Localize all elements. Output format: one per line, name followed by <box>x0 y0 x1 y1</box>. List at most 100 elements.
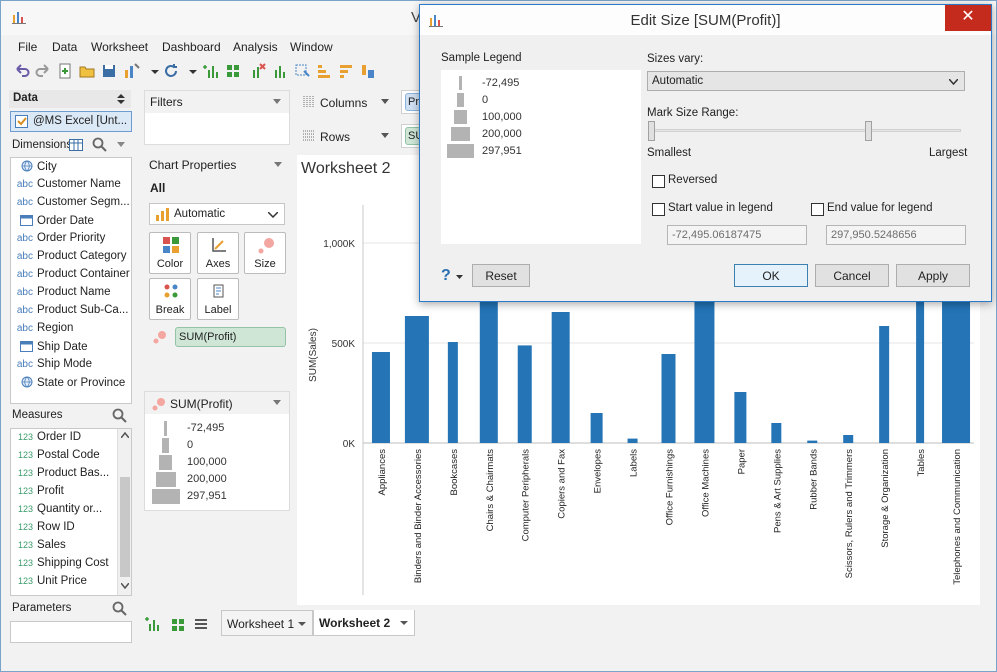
rows-menu-icon[interactable] <box>381 133 389 139</box>
dimension-item[interactable]: abc Customer Segm... <box>11 196 131 214</box>
mark-size-max-handle[interactable] <box>865 121 872 141</box>
bar[interactable] <box>551 312 570 443</box>
measure-item[interactable]: 123 Shipping Cost <box>11 557 115 575</box>
open-icon[interactable] <box>78 62 96 80</box>
group-icon[interactable] <box>359 62 377 80</box>
menu-analysis[interactable]: Analysis <box>233 40 278 54</box>
chart-properties-menu-icon[interactable] <box>274 162 282 168</box>
axes-button[interactable]: Axes <box>197 232 239 274</box>
measure-item[interactable]: 123 Profit <box>11 485 115 503</box>
size-pill[interactable]: SUM(Profit) <box>175 327 286 347</box>
bar[interactable] <box>404 316 429 443</box>
tab-worksheet-1[interactable]: Worksheet 1 <box>221 610 313 636</box>
new-worksheet-icon[interactable] <box>202 62 220 80</box>
data-source[interactable]: @MS Excel [Unt... <box>10 111 132 132</box>
parameters-search-icon[interactable] <box>112 601 127 616</box>
tab-menu-icon[interactable] <box>298 622 306 627</box>
measure-item[interactable]: 123 Row ID <box>11 521 115 539</box>
start-value-checkbox[interactable] <box>652 203 665 216</box>
sheet-sorter-icon[interactable] <box>193 616 209 632</box>
dimension-item[interactable]: abc Order Priority <box>11 232 131 250</box>
menu-dashboard[interactable]: Dashboard <box>162 40 221 54</box>
measure-item[interactable]: 123 Order ID <box>11 431 115 449</box>
columns-menu-icon[interactable] <box>381 99 389 105</box>
tab-menu-icon-2[interactable] <box>400 621 408 626</box>
bar[interactable] <box>517 345 532 443</box>
tab-worksheet-2[interactable]: Worksheet 2 <box>313 610 415 636</box>
bar[interactable] <box>371 352 390 443</box>
dimension-item[interactable]: State or Province <box>11 376 131 394</box>
mark-size-slider-track[interactable] <box>651 129 961 132</box>
size-legend-menu-icon[interactable] <box>273 400 281 406</box>
reversed-checkbox[interactable] <box>652 175 665 188</box>
label-button[interactable]: Label <box>197 278 239 320</box>
menu-window[interactable]: Window <box>290 40 333 54</box>
menu-worksheet[interactable]: Worksheet <box>91 40 148 54</box>
save-icon[interactable] <box>100 62 118 80</box>
sort-ascending-icon[interactable] <box>315 62 333 80</box>
dimension-item[interactable]: Ship Date <box>11 340 131 358</box>
measures-scrollbar[interactable] <box>117 429 131 595</box>
undo-icon[interactable] <box>13 62 31 80</box>
sort-descending-icon[interactable] <box>337 62 355 80</box>
size-button[interactable]: Size <box>244 232 286 274</box>
bar[interactable] <box>627 438 638 443</box>
dimension-item[interactable]: abc Product Container <box>11 268 131 286</box>
mark-type-select[interactable]: Automatic <box>149 203 285 225</box>
measure-item[interactable]: 123 Unit Price <box>11 575 115 593</box>
measure-item[interactable]: 123 Quantity or... <box>11 503 115 521</box>
bar[interactable] <box>447 342 458 443</box>
refresh-icon[interactable] <box>162 62 180 80</box>
dimension-item[interactable]: abc Product Name <box>11 286 131 304</box>
new-icon[interactable] <box>56 62 74 80</box>
dropdown-arrow-icon-2[interactable] <box>184 62 202 80</box>
menu-file[interactable]: File <box>18 40 37 54</box>
end-value-checkbox[interactable] <box>811 203 824 216</box>
bar[interactable] <box>879 326 890 443</box>
duplicate-icon[interactable] <box>271 62 289 80</box>
filters-menu-icon[interactable] <box>273 99 281 105</box>
reset-button[interactable]: Reset <box>472 264 530 287</box>
break-button[interactable]: Break <box>149 278 191 320</box>
measure-item[interactable]: 123 Product Bas... <box>11 467 115 485</box>
dimension-item[interactable]: abc Region <box>11 322 131 340</box>
scroll-up-icon[interactable] <box>121 432 129 438</box>
clear-sheet-icon[interactable] <box>249 62 267 80</box>
bar[interactable] <box>661 354 676 443</box>
menu-data[interactable]: Data <box>52 40 77 54</box>
sort-updown-icon[interactable] <box>117 94 125 104</box>
bar[interactable] <box>843 435 854 443</box>
measure-item[interactable]: 123 Postal Code <box>11 449 115 467</box>
sizes-vary-select[interactable]: Automatic <box>647 71 965 91</box>
dimension-item[interactable]: Order Date <box>11 214 131 232</box>
cancel-button[interactable]: Cancel <box>815 264 889 287</box>
color-button[interactable]: Color <box>149 232 191 274</box>
measure-item[interactable]: 123 Sales <box>11 539 115 557</box>
bar[interactable] <box>734 392 747 443</box>
scroll-thumb[interactable] <box>120 477 130 577</box>
new-worksheet-tab-icon[interactable] <box>145 616 161 632</box>
chevron-down-icon[interactable] <box>117 142 125 148</box>
new-dashboard-tab-icon[interactable] <box>169 616 185 632</box>
new-dashboard-icon[interactable] <box>224 62 242 80</box>
dimension-item[interactable]: abc Customer Name <box>11 178 131 196</box>
view-data-icon[interactable] <box>69 139 83 151</box>
measures-search-icon[interactable] <box>112 408 127 423</box>
scroll-down-icon[interactable] <box>121 583 129 589</box>
swap-icon[interactable] <box>293 62 311 80</box>
bar[interactable] <box>807 440 818 443</box>
bar[interactable] <box>590 413 603 443</box>
dimension-item[interactable]: City <box>11 160 131 178</box>
redo-icon[interactable] <box>34 62 52 80</box>
search-icon[interactable] <box>92 137 107 152</box>
mark-size-min-handle[interactable] <box>648 121 655 141</box>
dimension-item[interactable]: abc Ship Mode <box>11 358 131 376</box>
show-me-icon[interactable] <box>123 62 141 80</box>
dimension-item[interactable]: abc Product Category <box>11 250 131 268</box>
ok-button[interactable]: OK <box>734 264 808 287</box>
apply-button[interactable]: Apply <box>896 264 970 287</box>
bar[interactable] <box>771 423 782 443</box>
dimension-item[interactable]: abc Product Sub-Ca... <box>11 304 131 322</box>
help-button[interactable]: ? <box>441 267 467 287</box>
close-button[interactable]: ✕ <box>945 5 991 31</box>
